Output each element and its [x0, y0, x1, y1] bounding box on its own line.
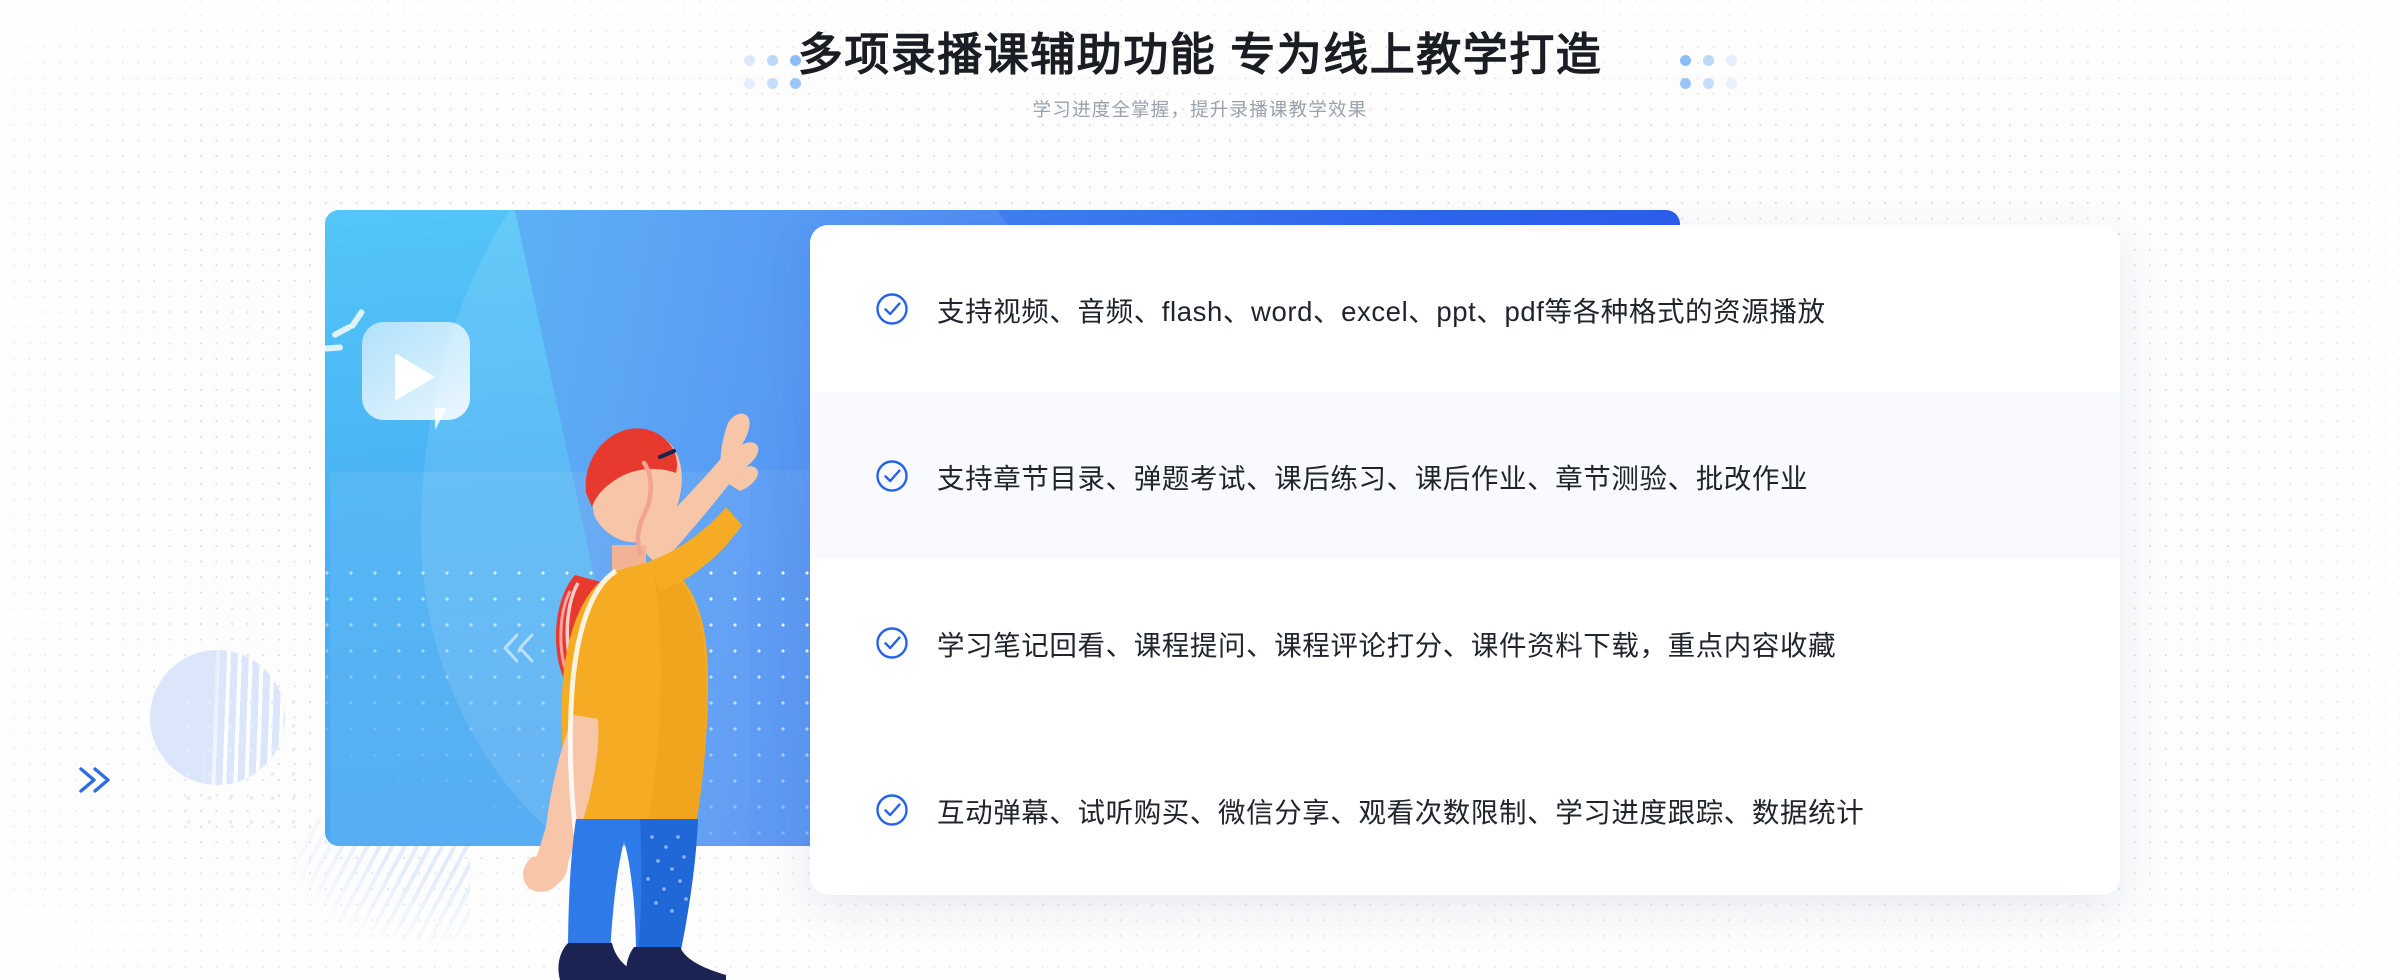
feature-text: 学习笔记回看、课程提问、课程评论打分、课件资料下载，重点内容收藏	[937, 629, 1837, 661]
double-chevron-right-icon	[79, 767, 110, 793]
feature-card: 支持视频、音频、flash、word、excel、ppt、pdf等各种格式的资源…	[810, 225, 2120, 895]
check-circle-icon	[876, 793, 908, 826]
feature-row[interactable]: 支持视频、音频、flash、word、excel、ppt、pdf等各种格式的资源…	[810, 225, 2120, 392]
decor-dot	[1680, 78, 1691, 89]
feature-row[interactable]: 支持章节目录、弹题考试、课后练习、课后作业、章节测验、批改作业	[810, 392, 2120, 559]
decor-dot	[744, 78, 755, 89]
decorative-dot-cluster-left	[744, 55, 801, 89]
feature-text: 支持章节目录、弹题考试、课后练习、课后作业、章节测验、批改作业	[937, 462, 1809, 494]
decor-dot	[744, 55, 755, 66]
check-circle-icon	[876, 292, 908, 325]
check-circle-icon	[876, 626, 908, 659]
decor-dot	[767, 78, 778, 89]
feature-row[interactable]: 互动弹幕、试听购买、微信分享、观看次数限制、学习进度跟踪、数据统计	[810, 726, 2120, 893]
decor-dot	[767, 55, 778, 66]
page-title: 多项录播课辅助功能 专为线上教学打造	[797, 29, 1603, 80]
speech-bubble-tail	[435, 408, 457, 430]
header: 多项录播课辅助功能 专为线上教学打造 学习进度全掌握，提升录播课教学效果	[0, 0, 2400, 122]
feature-row[interactable]: 学习笔记回看、课程提问、课程评论打分、课件资料下载，重点内容收藏	[810, 559, 2120, 726]
decor-dot	[1703, 78, 1714, 89]
feature-text: 支持视频、音频、flash、word、excel、ppt、pdf等各种格式的资源…	[937, 295, 1826, 327]
decor-dot	[1703, 55, 1714, 66]
decor-dot	[1680, 55, 1691, 66]
check-circle-icon	[876, 459, 908, 492]
decor-dot	[790, 55, 801, 66]
woman-pointing-up-illustration	[523, 413, 759, 980]
page-subtitle: 学习进度全掌握，提升录播课教学效果	[1032, 99, 1368, 121]
decor-dot	[790, 78, 801, 89]
play-icon	[395, 353, 435, 401]
decor-dot	[1726, 78, 1737, 89]
decorative-dot-cluster-right	[1680, 55, 1737, 89]
decor-dot	[1726, 55, 1737, 66]
decorative-dot-spray	[178, 690, 308, 830]
feature-text: 互动弹幕、试听购买、微信分享、观看次数限制、学习进度跟踪、数据统计	[937, 796, 1865, 828]
